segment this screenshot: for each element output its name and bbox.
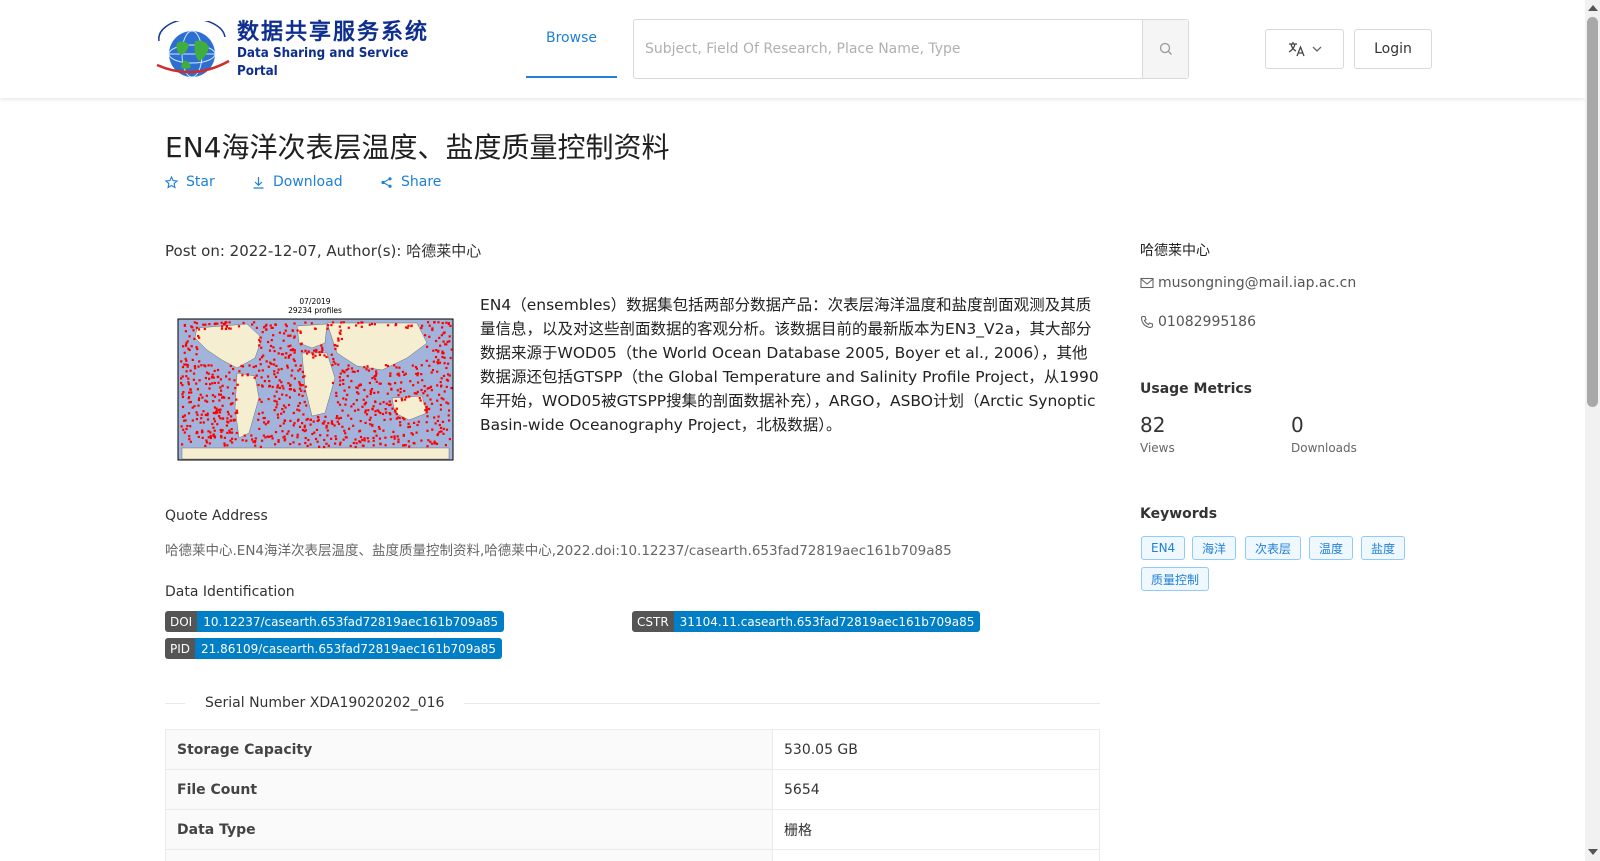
star-button[interactable]: Star bbox=[165, 172, 252, 192]
cstr-value: 31104.11.casearth.653fad72819aec161b709a… bbox=[673, 611, 981, 632]
top-header: 数据共享服务系统 Data Sharing and Service Portal… bbox=[0, 0, 1585, 98]
page-scrollbar[interactable] bbox=[1585, 0, 1600, 861]
table-value: 530.05 GB bbox=[772, 729, 1100, 770]
thumbnail-profiles: 29234 profiles bbox=[288, 306, 342, 315]
search-box bbox=[633, 19, 1189, 79]
dataset-description: EN4（ensembles）数据集包括两部分数据产品：次表层海洋温度和盐度剖面观… bbox=[480, 296, 1099, 434]
views-count: 82 bbox=[1140, 413, 1166, 437]
scroll-up-arrow[interactable] bbox=[1588, 5, 1598, 11]
keyword-tag[interactable]: EN4 bbox=[1141, 536, 1186, 560]
phone-icon bbox=[1140, 315, 1154, 329]
table-row bbox=[165, 849, 1100, 861]
logo-title-cn: 数据共享服务系统 bbox=[237, 19, 430, 45]
star-icon bbox=[165, 175, 178, 189]
scroll-thumb[interactable] bbox=[1587, 17, 1598, 407]
thumbnail-date: 07/2019 bbox=[299, 298, 330, 306]
translate-icon bbox=[1288, 42, 1305, 57]
post-info: Post on: 2022-12-07, Author(s): 哈德莱中心 bbox=[165, 242, 482, 260]
table-value: 5654 bbox=[772, 769, 1100, 810]
dataset-thumbnail-map: 07/2019 29234 profiles bbox=[177, 298, 454, 461]
contact-email[interactable]: musongning@mail.iap.ac.cn bbox=[1158, 275, 1356, 291]
download-label: Download bbox=[273, 174, 343, 190]
table-key: Storage Capacity bbox=[165, 729, 773, 770]
scroll-down-arrow[interactable] bbox=[1588, 849, 1598, 855]
share-button[interactable]: Share bbox=[380, 172, 441, 192]
table-row: Storage Capacity 530.05 GB bbox=[165, 729, 1100, 770]
views-label: Views bbox=[1140, 441, 1175, 455]
dataset-title: EN4海洋次表层温度、盐度质量控制资料 bbox=[165, 131, 670, 164]
globe-logo-icon bbox=[153, 18, 231, 79]
data-identification-label: Data Identification bbox=[165, 584, 295, 600]
keyword-tag[interactable]: 温度 bbox=[1309, 536, 1354, 560]
downloads-label: Downloads bbox=[1291, 441, 1357, 455]
dataset-actions: Star Download Share bbox=[165, 172, 441, 192]
site-logo[interactable]: 数据共享服务系统 Data Sharing and Service Portal bbox=[153, 18, 438, 82]
quote-address-text: 哈德莱中心.EN4海洋次表层温度、盐度质量控制资料,哈德莱中心,2022.doi… bbox=[165, 543, 952, 559]
download-icon bbox=[253, 176, 264, 189]
doi-badge[interactable]: DOI 10.12237/casearth.653fad72819aec161b… bbox=[165, 611, 505, 632]
dataset-info-table: Storage Capacity 530.05 GB File Count 56… bbox=[165, 729, 1100, 861]
share-icon bbox=[381, 176, 392, 188]
logo-title-en: Data Sharing and Service Portal bbox=[237, 46, 409, 79]
keyword-tag[interactable]: 海洋 bbox=[1192, 536, 1237, 560]
downloads-count: 0 bbox=[1291, 413, 1304, 437]
search-button[interactable] bbox=[1142, 20, 1188, 78]
usage-metrics-heading: Usage Metrics bbox=[1140, 381, 1252, 397]
table-value: 栅格 bbox=[772, 809, 1100, 850]
pid-key: PID bbox=[165, 638, 196, 659]
table-key: File Count bbox=[165, 769, 773, 810]
mail-icon bbox=[1140, 277, 1154, 289]
quote-address-label: Quote Address bbox=[165, 508, 268, 524]
keyword-tag[interactable]: 次表层 bbox=[1245, 536, 1302, 560]
search-icon bbox=[1159, 42, 1172, 55]
contact-phone: 01082995186 bbox=[1158, 314, 1256, 330]
contact-phone-row: 01082995186 bbox=[1140, 314, 1256, 330]
nav-browse-tab[interactable]: Browse bbox=[526, 0, 617, 78]
pid-badge[interactable]: PID 21.86109/casearth.653fad72819aec161b… bbox=[165, 638, 502, 659]
search-input[interactable] bbox=[634, 20, 1142, 78]
keyword-tag[interactable]: 盐度 bbox=[1361, 536, 1406, 560]
serial-number: Serial Number XDA19020202_016 bbox=[185, 695, 465, 711]
keyword-tag[interactable]: 质量控制 bbox=[1141, 567, 1210, 591]
keywords-heading: Keywords bbox=[1140, 506, 1218, 522]
downloads-metric: 0 Downloads bbox=[1291, 413, 1357, 455]
chevron-down-icon bbox=[1312, 46, 1321, 52]
table-row: File Count 5654 bbox=[165, 769, 1100, 810]
download-button[interactable]: Download bbox=[252, 172, 380, 192]
cstr-badge[interactable]: CSTR 31104.11.casearth.653fad72819aec161… bbox=[632, 611, 981, 632]
table-row: Data Type 栅格 bbox=[165, 809, 1100, 850]
login-button[interactable]: Login bbox=[1354, 29, 1432, 69]
language-switch-button[interactable] bbox=[1265, 29, 1344, 69]
contact-author: 哈德莱中心 bbox=[1140, 243, 1210, 259]
doi-value: 10.12237/casearth.653fad72819aec161b709a… bbox=[197, 611, 505, 632]
table-value bbox=[772, 849, 1100, 861]
contact-email-row: musongning@mail.iap.ac.cn bbox=[1140, 275, 1356, 291]
doi-key: DOI bbox=[165, 611, 198, 632]
views-metric: 82 Views bbox=[1140, 413, 1175, 455]
pid-value: 21.86109/casearth.653fad72819aec161b709a… bbox=[195, 638, 502, 659]
star-label: Star bbox=[186, 174, 215, 190]
cstr-key: CSTR bbox=[632, 611, 674, 632]
share-label: Share bbox=[401, 174, 442, 190]
table-key: Data Type bbox=[165, 809, 773, 850]
table-key bbox=[165, 849, 773, 861]
